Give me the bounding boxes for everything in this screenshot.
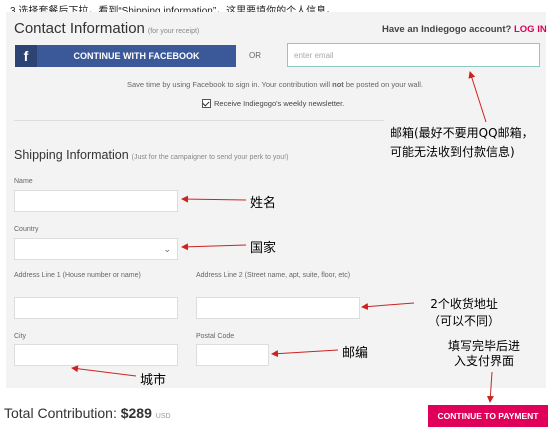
arrow-country [181,243,247,251]
annotation-arrows [71,71,494,403]
arrow-postal [271,349,339,358]
arrow-name [181,195,247,203]
arrow-city [71,365,137,377]
arrow-email [468,71,487,123]
arrow-address [361,302,415,311]
arrow-payment [486,371,494,403]
